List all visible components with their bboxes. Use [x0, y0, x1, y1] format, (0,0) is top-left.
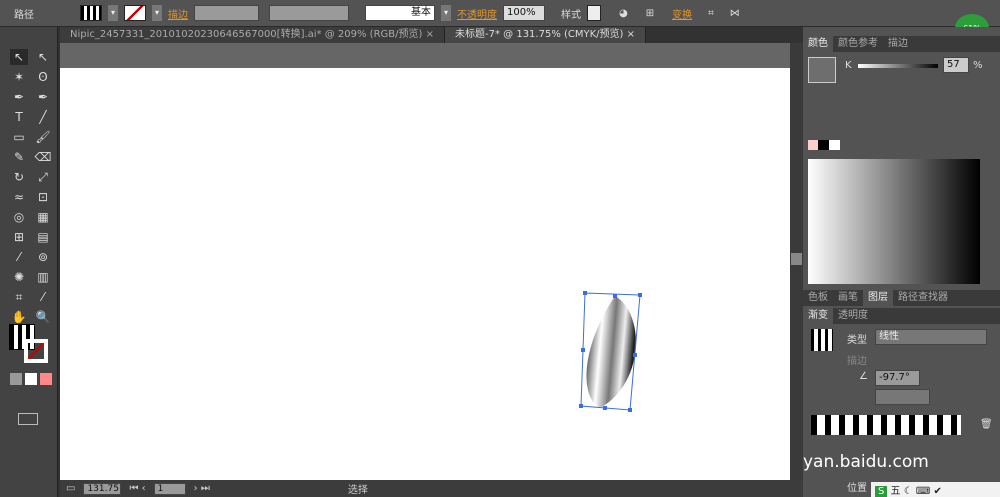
document-tabs: Nipic_2457331_20101020230646567000[转换].a… [60, 27, 803, 43]
mesh-icon[interactable]: ⊞ [10, 229, 28, 245]
tab-color-guide[interactable]: 颜色参考 [833, 36, 883, 52]
tab-pathfinder[interactable]: 路径查找器 [893, 290, 953, 306]
style-label: 样式 [561, 9, 581, 21]
eyedropper-icon[interactable]: ⁄ [10, 249, 28, 265]
stroke-weight-input[interactable] [194, 5, 259, 21]
isolate-icon[interactable]: ⌗ [708, 8, 714, 19]
k-slider[interactable] [858, 64, 938, 68]
selection-tool-icon[interactable]: ↖ [10, 49, 28, 65]
style-swatch[interactable] [587, 5, 601, 21]
gradient-slider[interactable] [811, 415, 961, 435]
tab-doc-2[interactable]: 未标题-7* @ 131.75% (CMYK/预览) × [445, 27, 647, 43]
profile-dropdown[interactable]: ▾ [441, 5, 451, 21]
artboard-nav-icon[interactable]: ▭ [66, 483, 75, 494]
tab-color[interactable]: 颜色 [803, 36, 833, 52]
artboard-icon[interactable]: ⌗ [10, 289, 28, 305]
k-channel-label: K [845, 60, 852, 71]
prev-artboard-button[interactable]: ⏮ ‹ [129, 483, 145, 494]
gradient-thumbnail[interactable] [811, 329, 833, 351]
screen-mode-icon[interactable] [18, 413, 38, 425]
slice-icon[interactable]: ⁄ [34, 289, 52, 305]
control-bar: 路径 ▾ ▾ 描边 基本▾ 不透明度 100% 样式 ◕ ⊞ 变换 ⌗ ⋈ 61… [0, 0, 1000, 42]
tab-swatches[interactable]: 色板 [803, 290, 833, 306]
tab-stroke[interactable]: 描边 [883, 36, 913, 52]
pencil-icon[interactable]: ✎ [10, 149, 28, 165]
lasso-icon[interactable]: ʘ [34, 69, 52, 85]
object-type-label: 路径 [14, 9, 34, 21]
opacity-link[interactable]: 不透明度 [457, 6, 497, 21]
close-icon[interactable]: × [426, 29, 434, 40]
stroke-link[interactable]: 描边 [168, 6, 188, 21]
type-label: 类型 [847, 335, 867, 346]
trash-icon[interactable]: 🗑 [980, 419, 993, 430]
direct-selection-tool-icon[interactable]: ↖ [34, 49, 52, 65]
stroke-dropdown[interactable]: ▾ [152, 5, 162, 21]
graph-tool-icon[interactable]: ▥ [34, 269, 52, 285]
curvature-icon[interactable]: ✒ [34, 89, 52, 105]
next-artboard-button[interactable]: › ⏭ [194, 483, 210, 494]
current-tool-label: 选择 [347, 485, 368, 496]
hand-tool-icon[interactable]: ✋ [10, 309, 28, 325]
gradient-tool-icon[interactable]: ▤ [34, 229, 52, 245]
artboard-input[interactable]: 1 [153, 482, 186, 495]
rotate-icon[interactable]: ↻ [10, 169, 28, 185]
warp-icon[interactable]: ≈ [10, 189, 28, 205]
none-black-white-swatches[interactable] [808, 140, 840, 150]
status-bar: ▭ 131.75 ⏮ ‹ 1 › ⏭ 选择 [60, 480, 803, 497]
brush-profile-select[interactable]: 基本 [365, 5, 435, 21]
type-tool-icon[interactable]: T [10, 109, 28, 125]
magic-wand-icon[interactable]: ✶ [10, 69, 28, 85]
line-tool-icon[interactable]: ╱ [34, 109, 52, 125]
opacity-input[interactable]: 100% [503, 5, 545, 21]
shape-builder-icon[interactable]: ◎ [10, 209, 28, 225]
current-color-swatch[interactable] [808, 57, 836, 83]
color-spectrum[interactable] [808, 159, 980, 284]
vertical-scrollbar[interactable] [790, 43, 803, 480]
pen-tool-icon[interactable]: ✒ [10, 89, 28, 105]
fill-dropdown[interactable]: ▾ [108, 5, 118, 21]
recolor-icon[interactable]: ◕ [619, 8, 628, 19]
canvas-area[interactable] [60, 43, 790, 480]
eraser-icon[interactable]: ⌫ [34, 149, 52, 165]
ime-toolbar[interactable]: S 五 ☾ ⌨ ✔ [871, 482, 1000, 497]
stroke-color-box[interactable] [24, 339, 48, 363]
free-transform-icon[interactable]: ⊡ [34, 189, 52, 205]
symbol-sprayer-icon[interactable]: ✺ [10, 269, 28, 285]
scale-icon[interactable]: ⤢ [34, 169, 52, 185]
artboard[interactable] [60, 68, 790, 480]
align-icon[interactable]: ⊞ [646, 8, 654, 19]
stroke-label: 描边 [847, 356, 867, 367]
scroll-thumb[interactable] [791, 253, 802, 265]
tab-doc-1[interactable]: Nipic_2457331_20101020230646567000[转换].a… [60, 27, 445, 43]
close-icon[interactable]: × [627, 29, 635, 40]
tab-transparency[interactable]: 透明度 [833, 308, 873, 324]
rectangle-tool-icon[interactable]: ▭ [10, 129, 28, 145]
tab-gradient[interactable]: 渐变 [803, 308, 833, 324]
tab-brushes[interactable]: 画笔 [833, 290, 863, 306]
variable-width-select[interactable] [269, 5, 349, 21]
tools-panel: ↖ ↖ ✶ ʘ ✒ ✒ T ╱ ▭ 🖌 ✎ ⌫ ↻ ⤢ ≈ ⊡ ◎ ▦ ⊞ ▤ … [0, 27, 58, 497]
color-mode-buttons[interactable] [10, 373, 52, 385]
zoom-input[interactable]: 131.75 [83, 482, 122, 495]
perspective-icon[interactable]: ▦ [34, 209, 52, 225]
paintbrush-icon[interactable]: 🖌 [34, 129, 52, 145]
options-icon[interactable]: ⋈ [730, 8, 740, 19]
baidu-watermark: yan.baidu.com [803, 452, 929, 472]
angle-icon: ∠ [859, 371, 868, 382]
gradient-type-select[interactable]: 线性 [875, 329, 987, 345]
gradient-half-moon-shape[interactable] [575, 288, 645, 418]
position-label: 位置 [847, 483, 867, 494]
right-panels: 颜色 颜色参考 描边 K 57 % 色板 画笔 图层 路径查找器 渐变 透明度 … [803, 27, 1000, 497]
transform-link[interactable]: 变换 [672, 6, 692, 21]
zoom-tool-icon[interactable]: 🔍 [34, 309, 52, 325]
stroke-swatch[interactable] [124, 5, 146, 21]
aspect-select[interactable] [875, 389, 930, 405]
blend-icon[interactable]: ⊚ [34, 249, 52, 265]
tab-layers[interactable]: 图层 [863, 290, 893, 306]
fill-swatch[interactable] [80, 5, 102, 21]
k-value-input[interactable]: 57 [943, 57, 969, 73]
angle-input[interactable]: -97.7° [875, 370, 920, 386]
